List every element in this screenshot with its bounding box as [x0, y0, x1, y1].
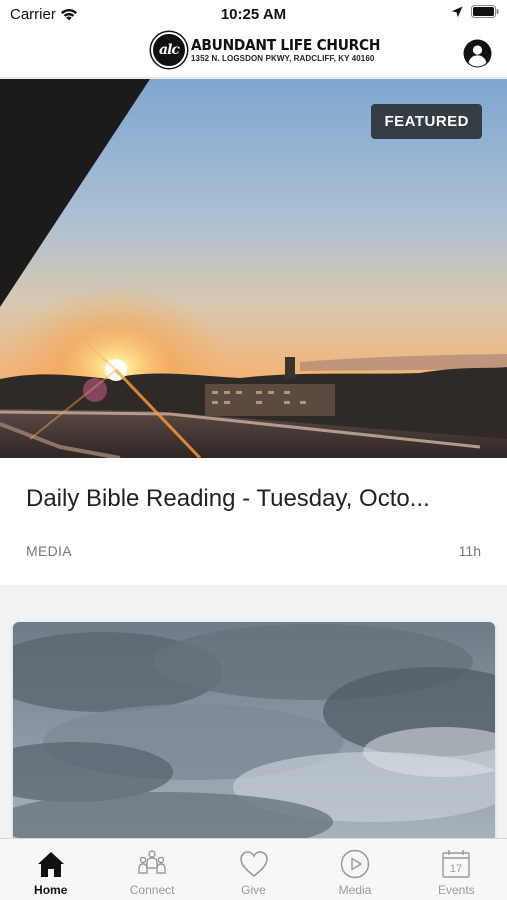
user-circle-icon[interactable]: [463, 39, 492, 68]
people-icon: [135, 847, 169, 881]
church-name: ABUNDANT LIFE CHURCH: [191, 36, 381, 54]
tab-label: Home: [34, 883, 68, 897]
tab-events[interactable]: 17 Events: [406, 839, 507, 900]
tab-bar: Home Connect Give Media 17 Events: [0, 838, 507, 900]
logo-text: ABUNDANT LIFE CHURCH 1352 N. LOGSDON PKW…: [191, 36, 397, 64]
tab-give[interactable]: Give: [203, 839, 304, 900]
calendar-icon: 17: [439, 847, 473, 881]
featured-category: MEDIA: [26, 543, 72, 559]
cloudy-sky-photo: [13, 622, 495, 842]
featured-image: FEATURED: [0, 79, 507, 458]
featured-card[interactable]: FEATURED Daily Bible Reading - Tuesday, …: [0, 79, 507, 585]
play-circle-icon: [338, 847, 372, 881]
heart-icon: [237, 847, 271, 881]
home-icon: [34, 847, 68, 881]
svg-text:17: 17: [450, 863, 462, 875]
status-indicators: [451, 5, 499, 18]
featured-badge: FEATURED: [371, 104, 482, 139]
tab-connect[interactable]: Connect: [101, 839, 202, 900]
battery-icon: [471, 5, 499, 18]
tab-home[interactable]: Home: [0, 839, 101, 900]
tab-label: Connect: [129, 883, 175, 897]
tab-media[interactable]: Media: [304, 839, 405, 900]
app-header: alc ABUNDANT LIFE CHURCH 1352 N. LOGSDON…: [0, 28, 507, 78]
tab-label: Give: [241, 883, 266, 897]
church-address: 1352 N. LOGSDON PKWY, RADCLIFF, KY 40160: [191, 54, 375, 63]
featured-title[interactable]: Daily Bible Reading - Tuesday, Octo...: [26, 485, 430, 513]
tab-label: Events: [437, 883, 475, 897]
tab-label: Media: [338, 883, 372, 897]
church-logo[interactable]: alc ABUNDANT LIFE CHURCH 1352 N. LOGSDON…: [151, 32, 397, 68]
status-bar: Carrier 10:25 AM: [0, 0, 507, 28]
location-arrow-icon: [451, 6, 463, 17]
logo-mark: alc: [151, 32, 187, 68]
content-card[interactable]: [13, 622, 495, 842]
featured-time: 11h: [458, 543, 481, 559]
clock: 10:25 AM: [220, 6, 287, 23]
